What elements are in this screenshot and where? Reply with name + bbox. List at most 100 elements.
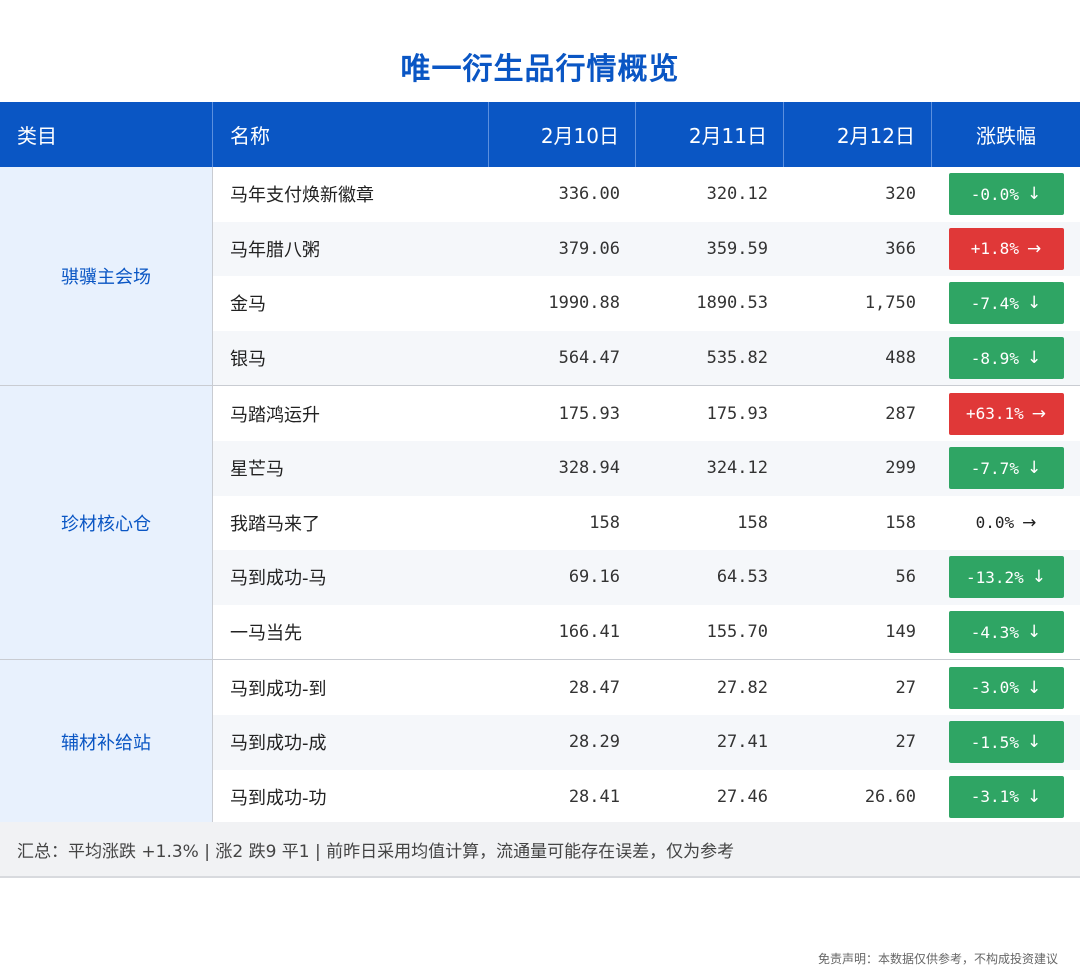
price-day-1: 328.94 <box>558 458 620 479</box>
item-name: 一马当先 <box>230 623 302 645</box>
price-day-1: 28.29 <box>568 732 620 753</box>
arrow-down-icon: ↓ <box>1026 184 1042 205</box>
price-day-3: 56 <box>895 567 916 588</box>
item-name: 马到成功-功 <box>230 787 327 809</box>
change-badge: +1.8% → <box>948 227 1064 270</box>
price-day-3: 320 <box>885 184 916 205</box>
item-name: 星芒马 <box>230 459 284 481</box>
price-day-2: 324.12 <box>706 458 768 479</box>
item-name: 我踏马来了 <box>230 513 320 535</box>
header-date-1: 2月10日 <box>489 102 636 167</box>
item-name: 银马 <box>230 349 266 371</box>
change-value: +63.1% <box>965 404 1024 424</box>
category-label: 骐骥主会场 <box>0 167 213 386</box>
price-day-2: 64.53 <box>716 567 768 588</box>
table-row: 马年腊八粥 379.06 359.59 366 +1.8% → <box>213 221 1080 277</box>
change-badge: -8.9% ↓ <box>948 337 1064 380</box>
table-header: 类目 名称 2月10日 2月11日 2月12日 涨跌幅 <box>0 102 1080 167</box>
price-day-2: 27.82 <box>716 677 768 698</box>
arrow-right-icon: → <box>1026 238 1042 259</box>
table-row: 马到成功-功 28.41 27.46 26.60 -3.1% ↓ <box>213 770 1080 825</box>
price-day-3: 287 <box>885 403 916 424</box>
price-day-2: 535.82 <box>706 348 768 369</box>
change-badge: +63.1% → <box>948 392 1064 435</box>
change-value: -4.3% <box>970 622 1019 642</box>
price-day-3: 27 <box>895 732 916 753</box>
category-group: 辅材补给站 马到成功-到 28.47 27.82 27 -3.0% ↓ 马到成功-成 28.29… <box>0 660 1080 826</box>
change-value: 0.0% <box>975 513 1015 533</box>
item-name: 金马 <box>230 294 266 316</box>
item-name: 马到成功-到 <box>230 678 327 700</box>
arrow-down-icon: ↓ <box>1026 732 1042 753</box>
header-name: 名称 <box>213 102 489 167</box>
change-value: +1.8% <box>970 239 1019 259</box>
arrow-down-icon: ↓ <box>1026 677 1042 698</box>
arrow-down-icon: ↓ <box>1026 786 1042 807</box>
table-row: 星芒马 328.94 324.12 299 -7.7% ↓ <box>213 440 1080 496</box>
change-value: -7.4% <box>970 293 1019 313</box>
arrow-right-icon: → <box>1031 403 1047 424</box>
table-row: 马到成功-马 69.16 64.53 56 -13.2% ↓ <box>213 550 1080 605</box>
page-title: 唯一衍生品行情概览 <box>400 52 680 87</box>
table-row: 马踏鸿运升 175.93 175.93 287 +63.1% → <box>213 386 1080 441</box>
price-day-2: 1890.53 <box>696 293 768 314</box>
arrow-right-icon: → <box>1022 512 1037 533</box>
header-date-2: 2月11日 <box>636 102 784 167</box>
price-day-2: 175.93 <box>706 403 768 424</box>
change-badge: -4.3% ↓ <box>948 611 1064 654</box>
price-day-3: 299 <box>885 458 916 479</box>
item-name: 马年腊八粥 <box>230 239 320 261</box>
arrow-down-icon: ↓ <box>1026 348 1042 369</box>
table-row: 金马 1990.88 1890.53 1,750 -7.4% ↓ <box>213 276 1080 331</box>
price-day-2: 320.12 <box>706 184 768 205</box>
table-body: 骐骥主会场 马年支付焕新徽章 336.00 320.12 320 -0.0% ↓ 马年腊八粥 3… <box>0 167 1080 826</box>
price-day-1: 158 <box>589 512 620 533</box>
change-badge: -7.7% ↓ <box>948 447 1064 490</box>
category-label: 辅材补给站 <box>0 660 213 825</box>
price-day-2: 155.70 <box>706 622 768 643</box>
summary-bar: 汇总：平均涨跌 +1.3% | 涨2 跌9 平1 | 前昨日采用均值计算，流通量… <box>0 822 1080 878</box>
table-row: 马到成功-成 28.29 27.41 27 -1.5% ↓ <box>213 714 1080 770</box>
price-day-2: 27.41 <box>716 732 768 753</box>
price-day-3: 27 <box>895 677 916 698</box>
item-name: 马踏鸿运升 <box>230 404 320 426</box>
price-day-1: 28.41 <box>568 786 620 807</box>
change-value: -7.7% <box>970 458 1019 478</box>
price-day-1: 28.47 <box>568 677 620 698</box>
change-value: -3.1% <box>970 787 1019 807</box>
table-row: 马到成功-到 28.47 27.82 27 -3.0% ↓ <box>213 660 1080 715</box>
price-day-3: 1,750 <box>864 293 916 314</box>
change-value: -13.2% <box>965 567 1024 587</box>
price-day-1: 69.16 <box>568 567 620 588</box>
price-day-3: 26.60 <box>864 786 916 807</box>
header-change: 涨跌幅 <box>976 124 1036 148</box>
table-row: 马年支付焕新徽章 336.00 320.12 320 -0.0% ↓ <box>213 167 1080 222</box>
market-table: 类目 名称 2月10日 2月11日 2月12日 涨跌幅 骐骥主会场 马年支付焕新徽… <box>0 102 1080 826</box>
table-row: 一马当先 166.41 155.70 149 -4.3% ↓ <box>213 605 1080 660</box>
arrow-down-icon: ↓ <box>1026 293 1042 314</box>
category-label: 珍材核心仓 <box>0 386 213 660</box>
item-name: 马到成功-成 <box>230 733 327 755</box>
change-badge: -0.0% ↓ <box>948 173 1064 216</box>
price-day-3: 488 <box>885 348 916 369</box>
item-name: 马到成功-马 <box>230 568 327 590</box>
table-row: 银马 564.47 535.82 488 -8.9% ↓ <box>213 330 1080 386</box>
price-day-2: 359.59 <box>706 238 768 259</box>
change-value: -8.9% <box>970 348 1019 368</box>
arrow-down-icon: ↓ <box>1031 567 1047 588</box>
change-badge: 0.0% → <box>949 502 1064 544</box>
table-row: 我踏马来了 158 158 158 0.0% → <box>213 496 1080 551</box>
price-day-2: 158 <box>737 512 768 533</box>
change-badge: -7.4% ↓ <box>948 282 1064 325</box>
disclaimer-text: 免责声明：本数据仅供参考，不构成投资建议 <box>817 952 1058 966</box>
arrow-down-icon: ↓ <box>1026 622 1042 643</box>
price-day-3: 366 <box>885 238 916 259</box>
price-day-2: 27.46 <box>716 786 768 807</box>
change-value: -3.0% <box>970 678 1019 698</box>
price-day-1: 166.41 <box>558 622 620 643</box>
price-day-1: 379.06 <box>558 238 620 259</box>
change-badge: -13.2% ↓ <box>948 556 1064 599</box>
price-day-3: 158 <box>885 512 916 533</box>
item-name: 马年支付焕新徽章 <box>230 185 374 207</box>
change-badge: -3.0% ↓ <box>948 666 1064 709</box>
